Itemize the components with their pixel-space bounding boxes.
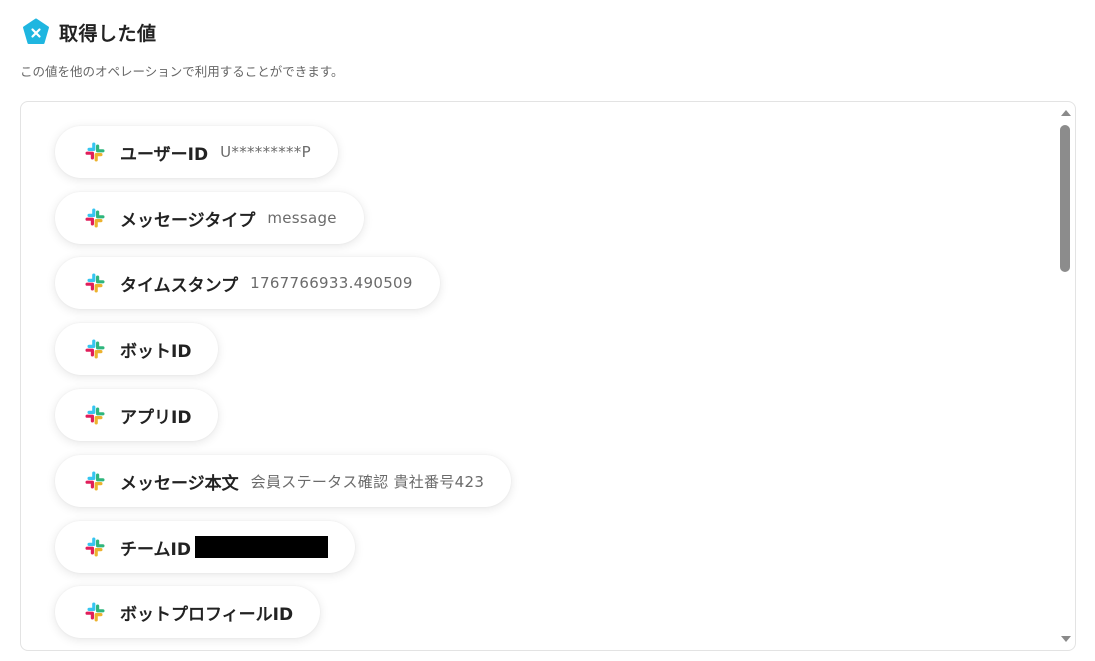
chip-label: ボットプロフィールID xyxy=(120,604,294,625)
scroll-up-arrow-icon[interactable] xyxy=(1061,110,1071,116)
slack-icon xyxy=(85,602,105,622)
chip-value: 1767766933.490509 xyxy=(250,274,413,292)
slack-icon xyxy=(85,471,105,491)
chip-value: U*********P xyxy=(220,143,311,161)
yoom-x-icon xyxy=(23,18,49,44)
chip-label: アプリID xyxy=(120,407,192,428)
chip-label: タイムスタンプ xyxy=(120,275,239,296)
scrollbar[interactable] xyxy=(1057,102,1075,650)
chip-value: message xyxy=(267,209,337,227)
scroll-down-arrow-icon[interactable] xyxy=(1061,636,1071,642)
value-chip-timestamp[interactable]: タイムスタンプ 1767766933.490509 xyxy=(55,257,440,309)
slack-icon xyxy=(85,208,105,228)
scroll-thumb[interactable] xyxy=(1060,125,1070,272)
slack-icon xyxy=(85,339,105,359)
redacted-value xyxy=(194,536,328,558)
value-chip-message-type[interactable]: メッセージタイプ message xyxy=(55,192,364,244)
value-chip-team-id[interactable]: チームID xyxy=(55,521,355,573)
values-list: ユーザーID U*********P メッセージタイプ message タイムス… xyxy=(55,124,1045,650)
slack-icon xyxy=(85,142,105,162)
subtitle: この値を他のオペレーションで利用することができます。 xyxy=(20,64,344,79)
header: 取得した値 xyxy=(22,18,157,46)
chip-value: 会員ステータス確認 貴社番号423 xyxy=(250,472,485,491)
values-panel: ユーザーID U*********P メッセージタイプ message タイムス… xyxy=(20,101,1076,651)
chip-label: ボットID xyxy=(120,341,192,362)
chip-label: メッセージ本文 xyxy=(120,473,239,494)
slack-icon xyxy=(85,405,105,425)
value-chip-bot-id[interactable]: ボットID xyxy=(55,323,219,375)
chip-label: メッセージタイプ xyxy=(120,210,256,231)
value-chip-user-id[interactable]: ユーザーID U*********P xyxy=(55,126,338,178)
value-chip-message-text[interactable]: メッセージ本文 会員ステータス確認 貴社番号423 xyxy=(55,455,512,507)
slack-icon xyxy=(85,273,105,293)
slack-icon xyxy=(85,537,105,557)
chip-label: チームID xyxy=(120,539,191,560)
chip-label: ユーザーID xyxy=(120,144,209,165)
page-title: 取得した値 xyxy=(59,22,157,45)
value-chip-app-id[interactable]: アプリID xyxy=(55,389,219,441)
value-chip-bot-profile-id[interactable]: ボットプロフィールID xyxy=(55,586,321,638)
